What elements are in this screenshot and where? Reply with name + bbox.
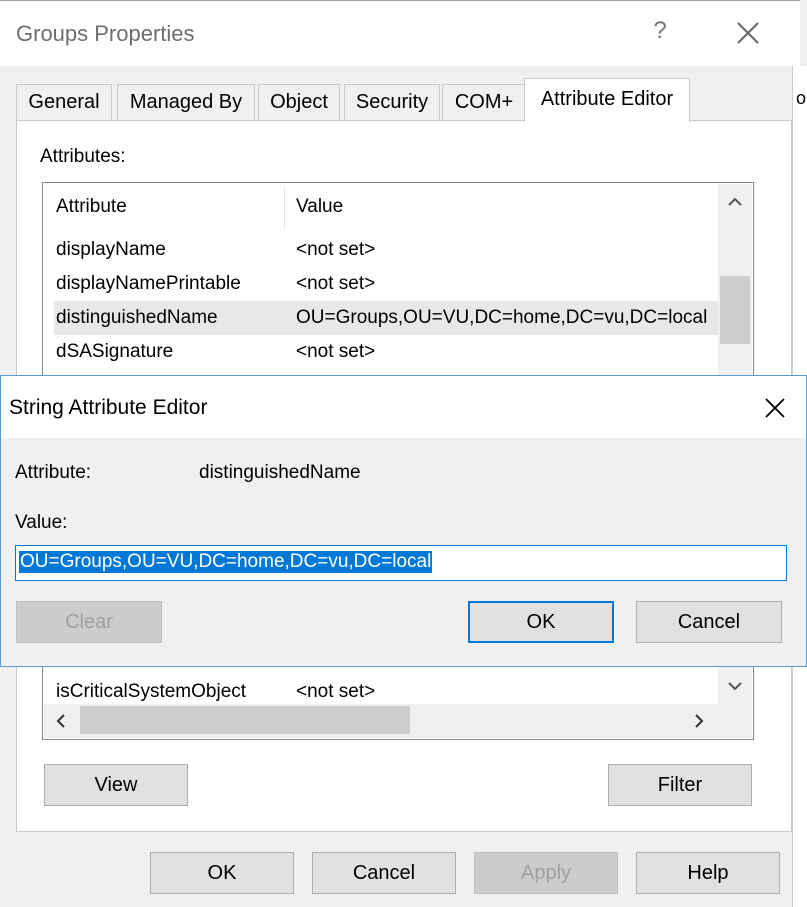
dialog-ok-button[interactable]: OK [468, 601, 614, 643]
window-title-bar: Groups Properties ? [0, 0, 800, 66]
attributes-label: Attributes: [40, 146, 126, 167]
row-attribute: dSASignature [56, 341, 174, 362]
tab-managed-by[interactable]: Managed By [117, 84, 255, 120]
column-separator[interactable] [284, 186, 285, 230]
horizontal-scroll-thumb[interactable] [80, 706, 410, 734]
value-input[interactable]: OU=Groups,OU=VU,DC=home,DC=vu,DC=local [15, 545, 787, 581]
scroll-left-icon[interactable] [44, 704, 78, 738]
column-header-attribute[interactable]: Attribute [56, 196, 127, 218]
row-value: <not set> [296, 341, 376, 362]
scroll-right-icon[interactable] [682, 704, 716, 738]
value-label: Value: [15, 512, 68, 533]
value-input-selected-text: OU=Groups,OU=VU,DC=home,DC=vu,DC=local [19, 551, 433, 573]
background-window-text: o [796, 88, 807, 108]
help-icon[interactable]: ? [648, 17, 672, 45]
list-item[interactable]: displayName <not set> [54, 233, 720, 267]
scroll-down-icon[interactable] [718, 670, 752, 702]
row-value: <not set> [296, 273, 376, 294]
close-icon[interactable] [730, 15, 766, 51]
row-attribute: displayName [56, 239, 166, 260]
filter-button[interactable]: Filter [608, 764, 752, 806]
row-attribute: displayNamePrintable [56, 273, 241, 294]
dialog-title-bar: String Attribute Editor [1, 376, 806, 438]
scroll-corner [718, 704, 752, 738]
close-icon[interactable] [761, 394, 789, 422]
apply-button[interactable]: Apply [474, 852, 618, 894]
tab-object[interactable]: Object [258, 84, 340, 120]
cancel-button[interactable]: Cancel [312, 852, 456, 894]
ok-button[interactable]: OK [150, 852, 294, 894]
tab-attribute-editor[interactable]: Attribute Editor [524, 78, 690, 122]
column-header-value[interactable]: Value [296, 196, 343, 218]
attribute-name-value: distinguishedName [199, 462, 361, 483]
list-item[interactable]: dSASignature <not set> [54, 335, 720, 369]
list-item-selected[interactable]: distinguishedName OU=Groups,OU=VU,DC=hom… [54, 301, 720, 335]
tab-general[interactable]: General [16, 84, 112, 120]
row-value: <not set> [296, 239, 376, 260]
clear-button[interactable]: Clear [16, 601, 162, 643]
dialog-title: String Attribute Editor [9, 396, 208, 419]
dialog-cancel-button[interactable]: Cancel [636, 601, 782, 643]
view-button[interactable]: View [44, 764, 188, 806]
list-item[interactable]: displayNamePrintable <not set> [54, 267, 720, 301]
tab-security[interactable]: Security [344, 84, 440, 120]
help-button[interactable]: Help [636, 852, 780, 894]
attribute-label: Attribute: [15, 462, 92, 483]
string-attribute-editor-dialog: String Attribute Editor Attribute: disti… [0, 375, 807, 667]
row-value: OU=Groups,OU=VU,DC=home,DC=vu,DC=local [296, 307, 708, 328]
tab-com-plus[interactable]: COM+ [442, 84, 526, 120]
scroll-up-icon[interactable] [718, 186, 752, 218]
row-attribute: distinguishedName [56, 307, 218, 328]
vertical-scroll-thumb[interactable] [720, 276, 750, 344]
window-title: Groups Properties [16, 21, 195, 46]
